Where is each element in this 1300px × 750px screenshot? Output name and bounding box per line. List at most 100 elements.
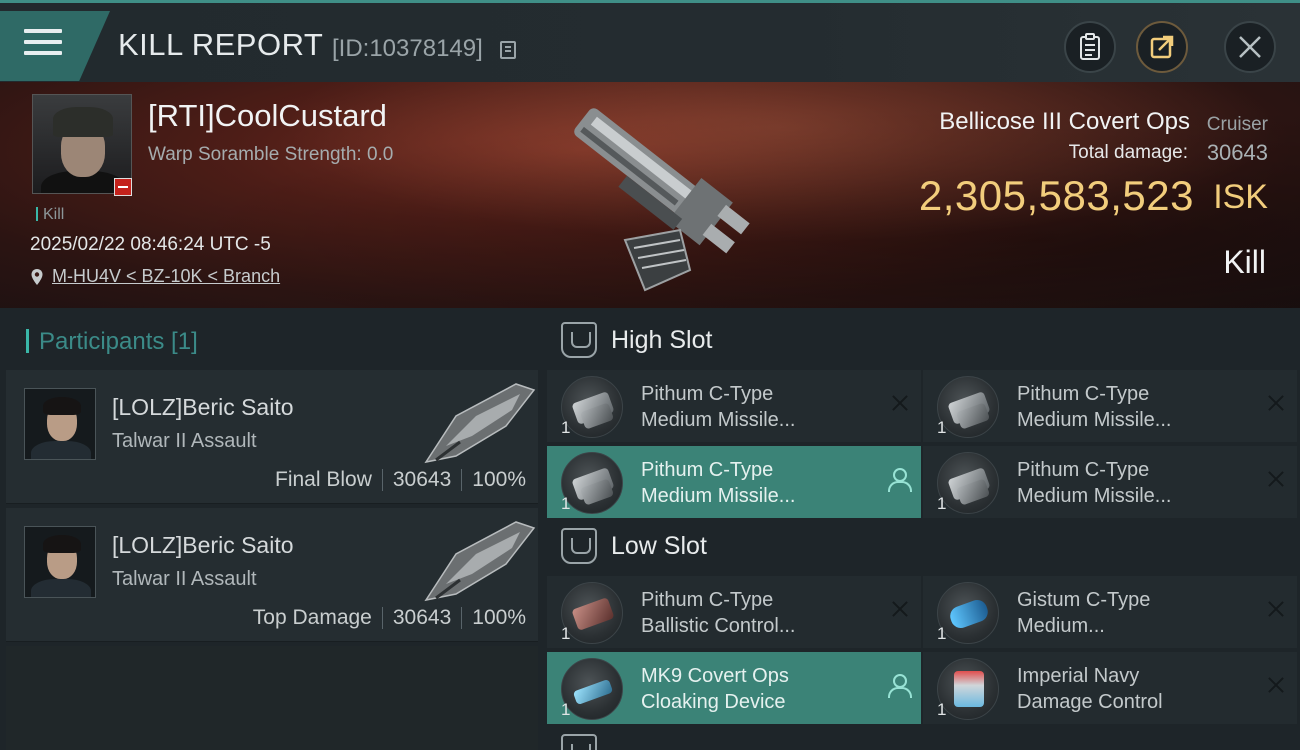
low-slot-label: Low Slot	[611, 531, 707, 560]
low-slot-icon	[561, 528, 597, 564]
close-icon	[1239, 36, 1261, 58]
participant-stats: Top Damage 30643 100%	[253, 606, 526, 630]
victim-name[interactable]: [RTI]CoolCustard	[148, 98, 387, 134]
participants-header: Participants [1]	[26, 328, 198, 356]
participants-panel: Participants [1] [LOLZ]Beric Saito Talwa…	[0, 308, 545, 750]
module-quantity: 1	[937, 624, 947, 643]
location-pin-icon	[31, 268, 43, 285]
avatar	[24, 526, 96, 598]
module-name-line1: Pithum C-Type	[641, 383, 774, 405]
divider	[461, 607, 463, 629]
location-text: M-HU4V < BZ-10K < Branch	[52, 266, 281, 286]
module-name: Gistum C-Type Medium...	[1017, 587, 1150, 639]
module-name-line2: Ballistic Control...	[641, 615, 796, 637]
destroyed-icon	[1267, 470, 1285, 488]
total-damage-value: 30643	[1206, 140, 1268, 165]
dropped-user-icon	[887, 674, 912, 698]
menu-icon[interactable]	[24, 29, 62, 59]
module-quantity: 1	[937, 700, 947, 719]
share-button[interactable]	[1136, 21, 1188, 73]
module-quantity: 1	[937, 418, 947, 437]
destroyed-icon	[891, 600, 909, 618]
victim-ship-name[interactable]: Bellicose III Covert Ops	[939, 108, 1190, 136]
avatar	[24, 388, 96, 460]
participant-name: [LOLZ]Beric Saito	[112, 532, 294, 558]
victim-ship-class: Cruiser	[1206, 114, 1268, 135]
warp-scramble-strength: Warp Soramble Strength: 0.0	[148, 144, 394, 165]
module-name-line1: Imperial Navy	[1017, 665, 1140, 687]
module-item[interactable]: 1 Pithum C-Type Medium Missile...	[923, 446, 1297, 518]
kill-timestamp: 2025/02/22 08:46:24 UTC -5	[30, 234, 271, 255]
module-name: Pithum C-Type Medium Missile...	[1017, 381, 1171, 433]
low-slot-header: Low Slot	[561, 528, 707, 564]
participant-damage: 30643	[392, 468, 452, 491]
total-damage-label: Total damage:	[1068, 142, 1188, 163]
page-title: KILL REPORT	[118, 27, 324, 62]
module-item[interactable]: 1 Pithum C-Type Medium Missile...	[923, 370, 1297, 442]
top-bar: KILL REPORT [ID:10378149]	[0, 0, 1300, 82]
participant-role: Final Blow	[275, 468, 372, 491]
module-quantity: 1	[561, 494, 571, 513]
module-name: Pithum C-Type Medium Missile...	[641, 381, 795, 433]
mid-slot-header	[561, 734, 597, 750]
module-item[interactable]: 1 Imperial Navy Damage Control	[923, 652, 1297, 724]
high-slot-label: High Slot	[611, 325, 713, 354]
location-link[interactable]: M-HU4V < BZ-10K < Branch	[30, 266, 280, 287]
module-item[interactable]: 1 Pithum C-Type Medium Missile...	[547, 446, 921, 518]
module-item[interactable]: 1 MK9 Covert Ops Cloaking Device	[547, 652, 921, 724]
copy-icon[interactable]	[500, 41, 516, 59]
destroyed-icon	[1267, 676, 1285, 694]
report-id: [ID:10378149]	[332, 35, 483, 62]
module-item[interactable]: 1 Gistum C-Type Medium...	[923, 576, 1297, 648]
isk-value: 2,305,583,523	[918, 172, 1194, 219]
participant-row[interactable]: [LOLZ]Beric Saito Talwar II Assault Fina…	[6, 370, 538, 504]
module-name-line2: Medium Missile...	[641, 409, 796, 431]
module-name: MK9 Covert Ops Cloaking Device	[641, 663, 789, 715]
kill-banner: [RTI]CoolCustard Warp Soramble Strength:…	[0, 82, 1300, 308]
divider	[381, 469, 383, 491]
module-name: Pithum C-Type Medium Missile...	[641, 457, 795, 509]
isk-unit: ISK	[1213, 178, 1268, 216]
victim-ship-image	[574, 108, 750, 292]
participant-ship-image	[424, 521, 536, 602]
module-name-line1: Pithum C-Type	[1017, 459, 1150, 481]
destroyed-icon	[1267, 394, 1285, 412]
minus-badge-icon	[114, 178, 132, 196]
module-name-line2: Medium...	[1017, 615, 1105, 637]
module-item[interactable]: 1 Pithum C-Type Medium Missile...	[547, 370, 921, 442]
module-quantity: 1	[561, 700, 571, 719]
module-item[interactable]: 1 Pithum C-Type Ballistic Control...	[547, 576, 921, 648]
participant-ship: Talwar II Assault	[112, 568, 257, 590]
module-name-line1: Pithum C-Type	[1017, 383, 1150, 405]
high-slot-icon	[561, 322, 597, 358]
participant-ship: Talwar II Assault	[112, 430, 257, 452]
participant-stats: Final Blow 30643 100%	[275, 468, 526, 492]
participant-row[interactable]: [LOLZ]Beric Saito Talwar II Assault Top …	[6, 508, 538, 642]
kill-tag: Kill	[36, 206, 64, 224]
module-name-line1: Gistum C-Type	[1017, 589, 1151, 611]
empty-participant-area	[6, 646, 538, 750]
module-quantity: 1	[561, 418, 571, 437]
module-name: Imperial Navy Damage Control	[1017, 663, 1163, 715]
destroyed-icon	[891, 394, 909, 412]
clipboard-button[interactable]	[1064, 21, 1116, 73]
close-button[interactable]	[1224, 21, 1276, 73]
module-quantity: 1	[937, 494, 947, 513]
module-name: Pithum C-Type Ballistic Control...	[641, 587, 796, 639]
participant-ship-image	[424, 383, 536, 464]
participant-percent: 100%	[472, 468, 526, 491]
module-name: Pithum C-Type Medium Missile...	[1017, 457, 1171, 509]
module-name-line2: Medium Missile...	[641, 485, 796, 507]
module-name-line2: Medium Missile...	[1017, 409, 1172, 431]
module-name-line1: MK9 Covert Ops	[641, 665, 789, 687]
participant-role: Top Damage	[252, 606, 372, 629]
divider	[381, 607, 383, 629]
mid-slot-icon	[561, 734, 597, 750]
divider	[461, 469, 463, 491]
participant-damage: 30643	[392, 606, 452, 629]
participant-percent: 100%	[472, 606, 526, 629]
share-icon	[1150, 35, 1174, 59]
high-slot-header: High Slot	[561, 322, 712, 358]
module-name-line2: Damage Control	[1017, 691, 1163, 713]
dropped-user-icon	[887, 468, 912, 492]
